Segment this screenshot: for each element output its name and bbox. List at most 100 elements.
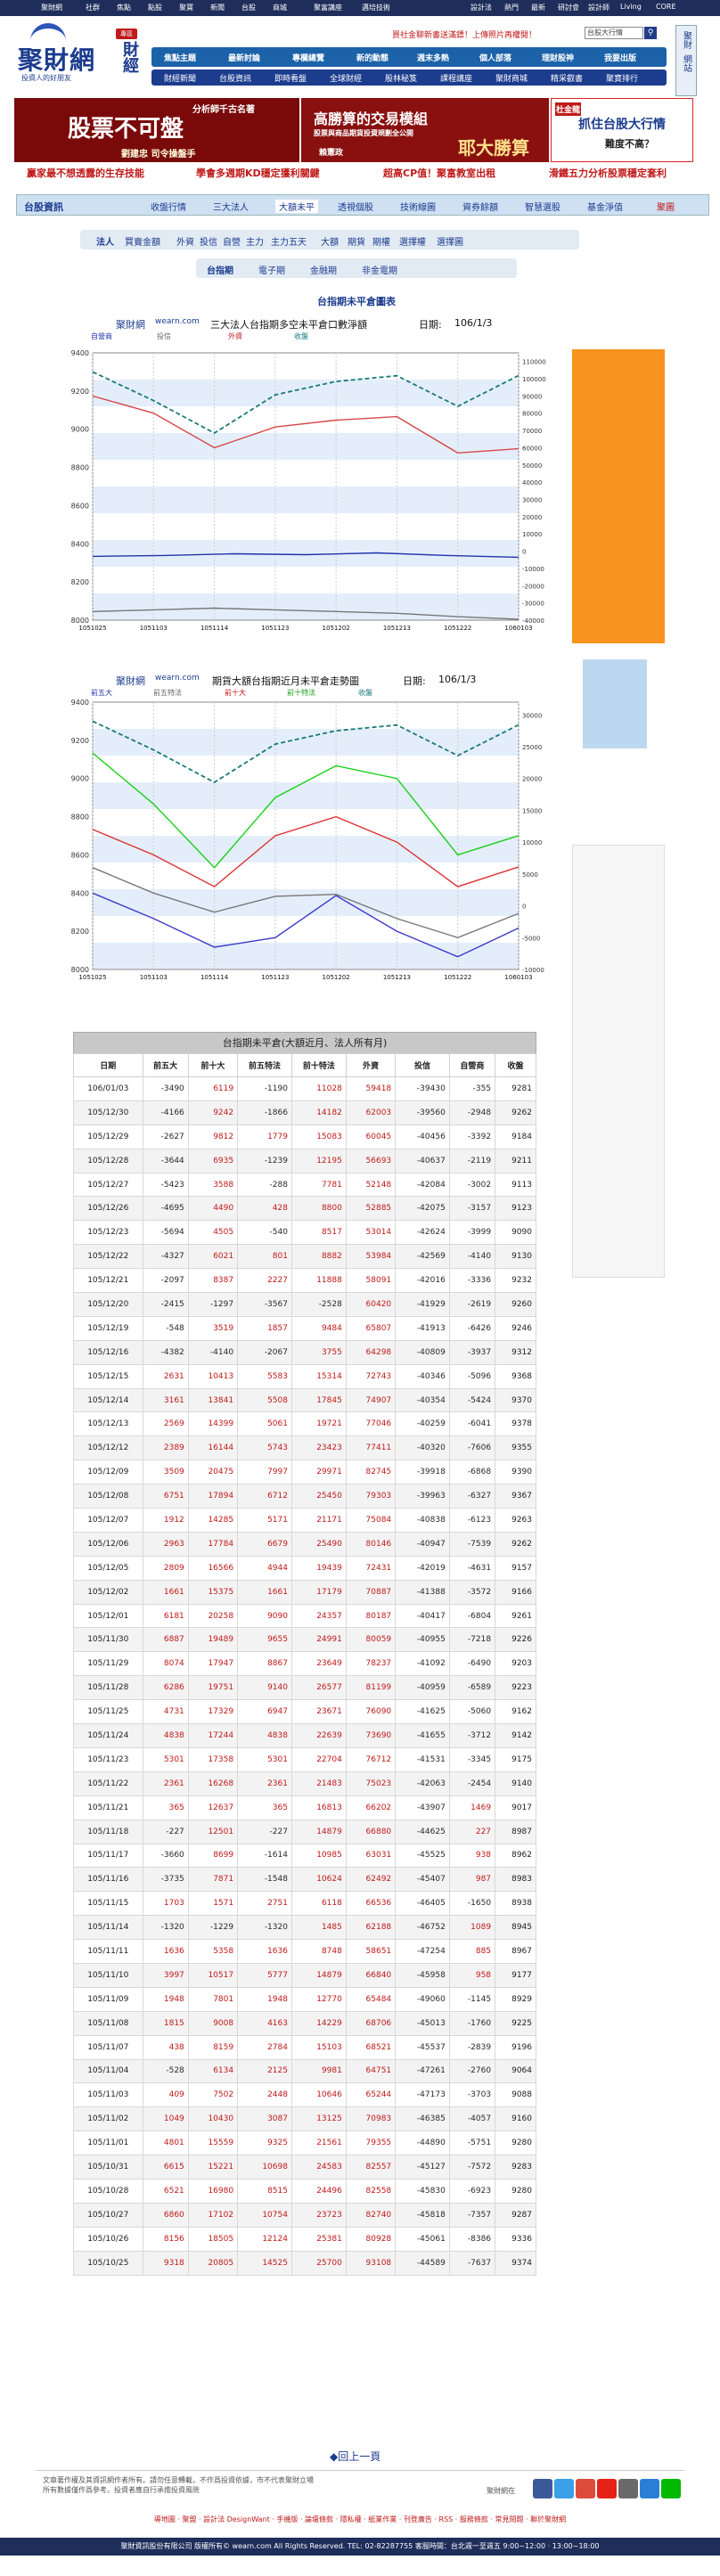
table-cell: 53984 xyxy=(345,1244,397,1270)
topnav-item[interactable]: 設計法 xyxy=(470,3,492,12)
nav-item[interactable]: 理財股神 xyxy=(542,52,574,63)
nav-item[interactable]: 聚財商城 xyxy=(495,72,528,84)
table-cell: -3735 xyxy=(142,1867,189,1893)
right-side-panel xyxy=(572,845,665,1278)
ad-banner-1[interactable]: 股票不可盤 分析師千古名著 劉建忠 司令操盤手 xyxy=(14,98,299,162)
instagram-icon[interactable] xyxy=(618,2479,638,2498)
search-input[interactable]: 台股大行情 xyxy=(585,27,643,39)
tab-institutional[interactable]: 三大法人 xyxy=(213,200,249,213)
side-quick-link[interactable]: 聚財 網站 xyxy=(675,25,697,96)
topnav-item[interactable]: 聚財網 xyxy=(41,3,62,12)
google-plus-icon[interactable] xyxy=(576,2479,595,2498)
nav-item[interactable]: 全球財經 xyxy=(330,72,362,84)
topnav-item[interactable]: 點股 xyxy=(148,3,162,12)
nav-item[interactable]: 個人部落 xyxy=(479,52,511,63)
topnav-item[interactable]: 研討會 xyxy=(558,3,579,12)
table-cell: 77411 xyxy=(345,1435,397,1461)
right-ad-banner[interactable] xyxy=(572,349,665,643)
table-cell: 9140 xyxy=(237,1675,292,1701)
line-icon[interactable] xyxy=(661,2479,681,2498)
topnav-item[interactable]: 商城 xyxy=(273,3,287,12)
promo-link[interactable]: 贏家最不想透露的生存技能 xyxy=(27,166,144,180)
topnav-item[interactable]: CORE xyxy=(656,3,676,11)
nav-item[interactable]: 精采叡書 xyxy=(551,72,583,84)
topnav-item[interactable]: 邁培技術 xyxy=(362,3,390,12)
subnav-item[interactable]: 台指期 xyxy=(207,263,233,276)
subnav-item[interactable]: 投信 xyxy=(200,234,217,248)
footer-links[interactable]: 導地圖 ‧ 聚盟 ‧ 設計法 DesignWant ‧ 手機版 ‧ 論壇條款 ‧… xyxy=(0,2515,720,2531)
twitter-icon[interactable] xyxy=(554,2479,574,2498)
table-cell: 5061 xyxy=(237,1411,292,1437)
table-cell: 105/12/12 xyxy=(73,1435,143,1461)
table-cell: 3588 xyxy=(187,1172,239,1198)
subnav-item[interactable]: 大額 xyxy=(321,234,339,248)
topnav-item[interactable]: 熱門 xyxy=(504,3,519,12)
nav-item[interactable]: 課程講座 xyxy=(440,72,472,84)
topnav-item[interactable]: 社群 xyxy=(86,3,100,12)
tab-stock-view[interactable]: 透視個股 xyxy=(338,200,373,213)
table-cell: 105/11/14 xyxy=(73,1915,143,1941)
right-ad-image[interactable] xyxy=(583,659,647,748)
subnav-item[interactable]: 電子期 xyxy=(258,263,285,276)
subnav-item[interactable]: 主力 xyxy=(246,234,264,248)
facebook-icon[interactable] xyxy=(533,2479,552,2498)
y2-tick-label: 70000 xyxy=(522,428,542,435)
subnav-item[interactable]: 買賣金額 xyxy=(125,234,160,248)
topnav-item[interactable]: 設計師 xyxy=(588,3,610,12)
subnav-item[interactable]: 自營 xyxy=(223,234,241,248)
table-cell: 8515 xyxy=(237,2178,292,2204)
tab-tech-chart[interactable]: 技術線圖 xyxy=(400,200,436,213)
subnav-item[interactable]: 選擇圖 xyxy=(437,234,463,248)
nav-item[interactable]: 台股資訊 xyxy=(219,72,251,84)
subnav-item[interactable]: 金融期 xyxy=(310,263,337,276)
table-cell: 10985 xyxy=(290,1843,347,1869)
topnav-item[interactable]: 聚富講座 xyxy=(314,3,342,12)
topnav-item[interactable]: 焦點 xyxy=(117,3,131,12)
nav-item[interactable]: 週末多熱 xyxy=(417,52,449,63)
tab-fund-nav[interactable]: 基金淨值 xyxy=(587,200,623,213)
table-cell: -40838 xyxy=(395,1508,450,1533)
table-row: 105/11/08 1815 9008 4163 14229 68706 -45013 -17… xyxy=(73,2010,536,2036)
nav-item[interactable]: 新的動態 xyxy=(356,52,389,63)
tab-closing[interactable]: 收盤行情 xyxy=(151,200,186,213)
nav-item[interactable]: 聚寶排行 xyxy=(606,72,638,84)
topnav-item[interactable]: 台股 xyxy=(241,3,256,12)
zone-badge[interactable]: 專區 xyxy=(116,29,137,39)
tab-chart[interactable]: 聚圖 xyxy=(657,200,675,213)
tab-smart-pick[interactable]: 智慧選股 xyxy=(525,200,560,213)
subnav-item[interactable]: 非金電期 xyxy=(362,263,397,276)
nav-item[interactable]: 焦點主題 xyxy=(164,52,196,63)
table-cell: 9246 xyxy=(495,1315,536,1341)
topnav-item[interactable]: 最新 xyxy=(531,3,545,12)
search-icon[interactable]: ⚲ xyxy=(644,27,657,39)
topnav-item[interactable]: Living xyxy=(620,3,642,11)
ad-banner-3[interactable]: 杜金龍 抓住台股大行情 難度不高？ xyxy=(551,98,693,162)
tab-margin[interactable]: 資券餘額 xyxy=(462,200,498,213)
subnav-item[interactable]: 外資 xyxy=(176,234,194,248)
subnav-item[interactable]: 選擇權 xyxy=(399,234,426,248)
subnav-item[interactable]: 法人 xyxy=(96,234,114,248)
nav-item[interactable]: 股林秘笈 xyxy=(385,72,417,84)
topnav-item[interactable]: 聚寶 xyxy=(179,3,193,12)
promo-text[interactable]: 買社金聊新書送滿鏢！上傳照片再權閱！ xyxy=(392,29,536,40)
nav-item[interactable]: 最新討論 xyxy=(228,52,260,63)
youtube-icon[interactable] xyxy=(597,2479,617,2498)
nav-item[interactable]: 財經新聞 xyxy=(164,72,196,84)
nav-item[interactable]: 我要出版 xyxy=(604,52,636,63)
nav-item[interactable]: 專欄總覽 xyxy=(292,52,324,63)
promo-link[interactable]: 學會多週期KD穩定獲利關鍵 xyxy=(196,166,320,180)
promo-link[interactable]: 超高CP值！聚富教室出租 xyxy=(383,166,495,180)
table-cell: 105/11/30 xyxy=(73,1627,143,1653)
subnav-item[interactable]: 期貨 xyxy=(348,234,365,248)
tab-large-oi[interactable]: 大額未平 xyxy=(275,200,318,213)
ad-banner-2[interactable]: 高勝算的交易模組 股票與商品期貨投資規劃全公開 耶大勝算 賴憲政 xyxy=(301,98,549,162)
nav-item[interactable]: 即時看盤 xyxy=(274,72,307,84)
table-cell: 73690 xyxy=(345,1723,397,1748)
subnav-item[interactable]: 主力五天 xyxy=(271,234,307,248)
blog-icon[interactable] xyxy=(640,2479,659,2498)
promo-link[interactable]: 滑鐵五力分析股票穩定套利 xyxy=(549,166,667,180)
subnav-item[interactable]: 期權 xyxy=(372,234,390,248)
topnav-item[interactable]: 新聞 xyxy=(210,3,225,12)
tab-stock-info[interactable]: 台股資訊 xyxy=(24,200,63,214)
back-link[interactable]: ◆回上一頁 xyxy=(330,2449,380,2464)
